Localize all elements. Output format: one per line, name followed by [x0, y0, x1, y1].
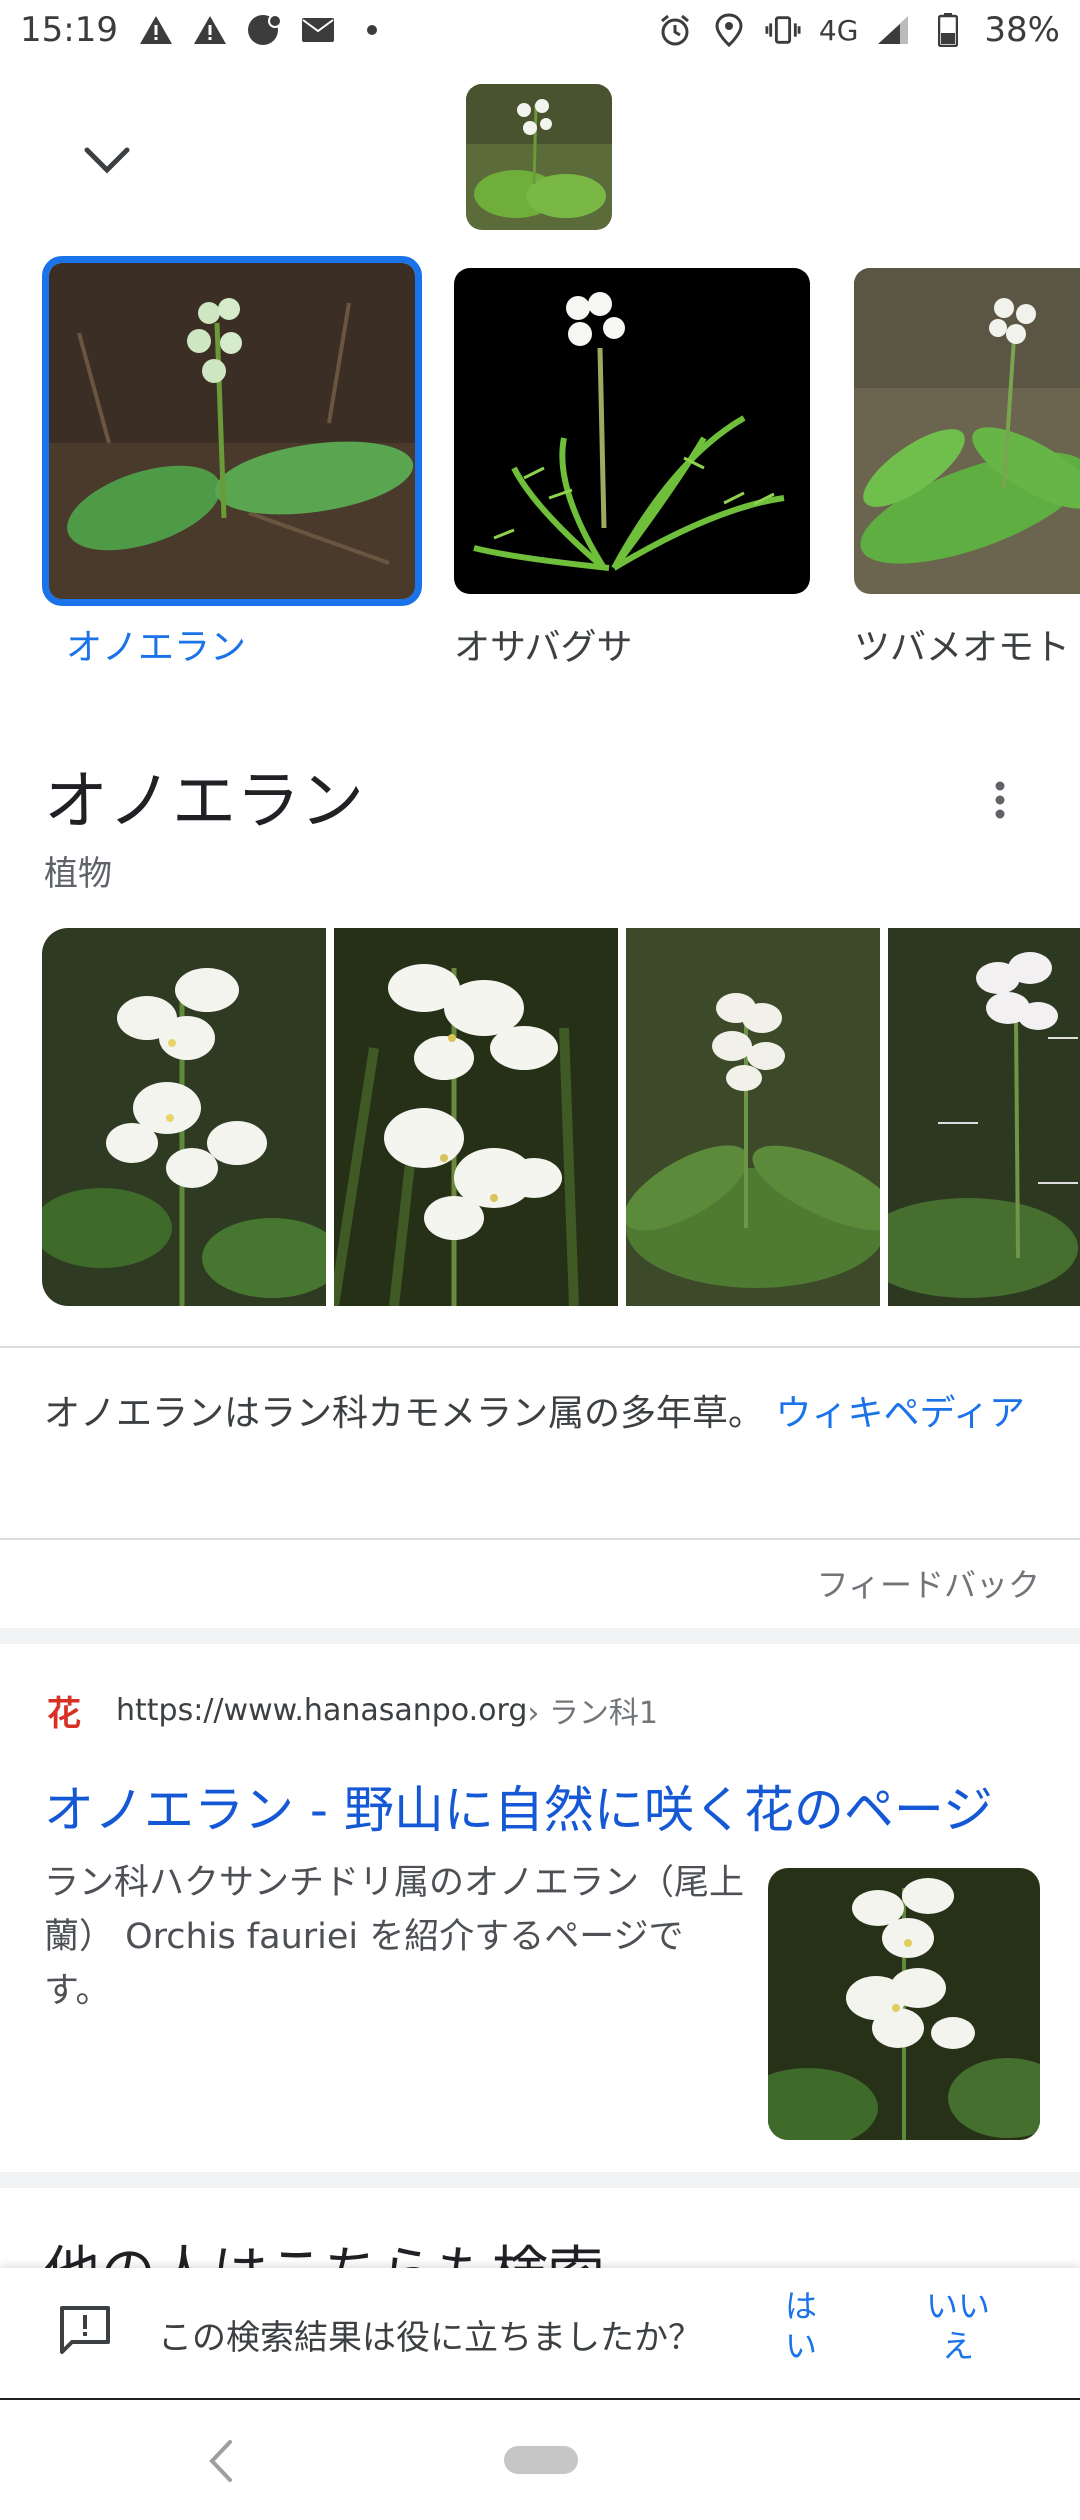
signal-icon — [876, 12, 912, 48]
more-notifications-dot-icon — [354, 12, 390, 48]
more-options-button[interactable] — [970, 772, 1030, 832]
carousel-item-label: ツバメオモト — [854, 627, 1071, 668]
carousel-item[interactable]: オノエラン — [42, 256, 426, 670]
result-source[interactable]: 花 https://www.hanasanpo.org › ラン科1 — [44, 1688, 658, 1734]
entity-description: オノエランはラン科カモメラン属の多年草。 ウィキペディア — [44, 1388, 1034, 1440]
gallery-image[interactable] — [888, 928, 1080, 1306]
gallery-image[interactable] — [42, 928, 326, 1306]
result-url: https://www.hanasanpo.org — [116, 1692, 528, 1728]
location-icon — [711, 12, 747, 48]
status-time: 15:19 — [20, 10, 118, 50]
feedback-link[interactable]: フィードバック — [817, 1560, 1040, 1606]
warning-icon — [138, 12, 174, 48]
divider — [0, 1346, 1080, 1348]
selected-entity-thumbnail[interactable] — [466, 84, 612, 230]
carousel-item-image — [42, 256, 422, 606]
wikipedia-link[interactable]: ウィキペディア — [775, 1393, 1024, 1434]
carousel-item-image — [454, 268, 810, 594]
related-plants-carousel[interactable]: オノエラン オサバグサ ツバメオモト — [0, 256, 1080, 688]
carousel-item-label: オサバグサ — [454, 627, 633, 668]
site-favicon: 花 — [47, 1693, 81, 1734]
battery-percent: 38% — [984, 10, 1060, 50]
gallery-image[interactable] — [626, 928, 880, 1306]
section-separator — [0, 2172, 1080, 2188]
carousel-item[interactable]: オサバグサ — [454, 268, 826, 670]
network-type: 4G — [818, 13, 859, 47]
messaging-app-icon — [246, 12, 282, 48]
entity-subtitle: 植物 — [44, 854, 112, 894]
warning-icon — [192, 12, 228, 48]
feedback-icon — [56, 2302, 114, 2360]
more-vert-icon — [994, 780, 1006, 824]
entity-title: オノエラン — [44, 765, 364, 839]
battery-icon — [930, 12, 966, 48]
section-separator — [0, 1628, 1080, 1644]
gallery-image[interactable] — [334, 928, 618, 1306]
divider — [0, 1538, 1080, 1540]
carousel-item[interactable]: ツバメオモト — [854, 268, 1080, 670]
image-gallery[interactable] — [42, 928, 1080, 1308]
feedback-question: この検索結果は役に立ちましたか？ — [158, 2318, 702, 2358]
chevron-down-icon — [84, 147, 130, 179]
status-bar: 15:19 4G 38% — [0, 0, 1080, 60]
collapse-button[interactable] — [72, 128, 142, 198]
system-navigation-bar — [0, 2398, 1080, 2520]
result-title-link[interactable]: オノエラン - 野山に自然に咲く花のページ — [44, 1770, 993, 1842]
feedback-no-button[interactable]: いいえ — [918, 2286, 998, 2366]
feedback-bar: この検索結果は役に立ちましたか？ はい いいえ — [0, 2268, 1080, 2398]
back-icon[interactable] — [200, 2436, 240, 2486]
feedback-yes-button[interactable]: はい — [776, 2286, 826, 2366]
result-thumbnail[interactable] — [768, 1868, 1040, 2140]
home-pill[interactable] — [504, 2446, 578, 2474]
result-breadcrumb: › ラン科1 — [527, 1696, 658, 1731]
alarm-icon — [657, 12, 693, 48]
result-snippet: ラン科ハクサンチドリ属のオノエラン（尾上蘭） Orchis fauriei を紹… — [44, 1863, 745, 2011]
description-text: オノエランはラン科カモメラン属の多年草。 — [44, 1393, 765, 1434]
mail-icon — [300, 12, 336, 48]
vibrate-icon — [765, 12, 801, 48]
carousel-item-label: オノエラン — [66, 627, 247, 668]
carousel-item-image — [854, 268, 1080, 594]
